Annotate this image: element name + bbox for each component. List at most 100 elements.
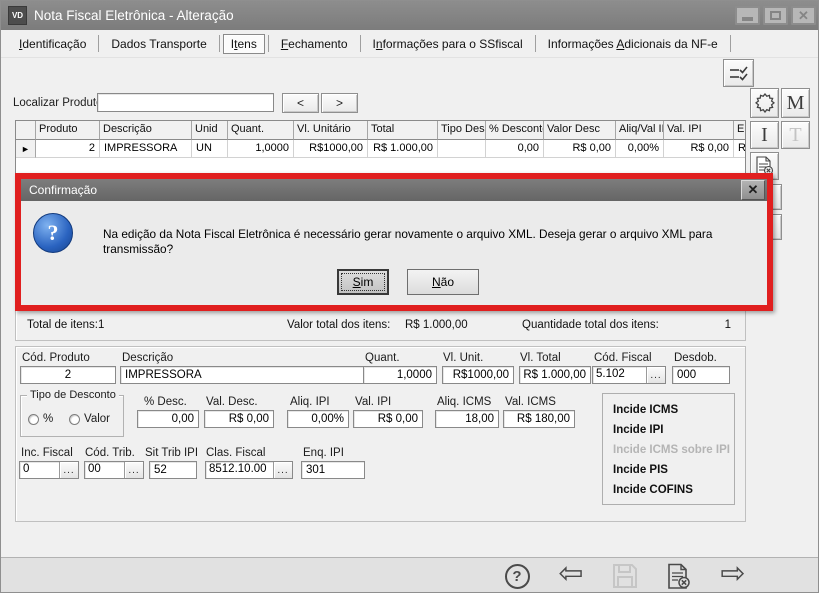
yes-button[interactable]: Sim [337, 269, 389, 295]
forward-button[interactable]: ⇨ [717, 561, 749, 591]
cancel-button[interactable] [663, 561, 695, 591]
enq-ipi-field[interactable]: 301 [301, 461, 365, 479]
aliq-icms-label: Aliq. ICMS [437, 396, 491, 408]
checklist-button[interactable] [723, 59, 754, 87]
cell-pct-desconto: 0,00 [486, 140, 544, 158]
cod-trib-lookup-button[interactable]: ... [124, 462, 143, 478]
col-tipo-desc: Tipo Desc. [438, 121, 486, 140]
radio-percent-label: % [43, 413, 53, 425]
back-button[interactable]: ⇦ [555, 561, 587, 591]
bottom-toolbar: ? ⇦ ⇨ [1, 557, 819, 593]
total-value-value: R$ 1.000,00 [405, 310, 468, 340]
desdob-field[interactable]: 000 [672, 366, 730, 384]
cell-unid: UN [192, 140, 228, 158]
col-valor-desc: Valor Desc [544, 121, 616, 140]
cod-trib-label: Cód. Trib. [85, 447, 135, 459]
tipo-desconto-group: Tipo de Desconto % Valor [20, 395, 124, 437]
forward-arrow-icon: ⇨ [720, 559, 745, 589]
quant-field[interactable]: 1,0000 [363, 366, 437, 384]
total-value-label: Valor total dos itens: [287, 310, 390, 340]
tab-separator [219, 35, 220, 52]
val-ipi-field[interactable]: R$ 0,00 [353, 410, 423, 428]
cod-produto-field[interactable]: 2 [20, 366, 116, 384]
tab-informacoes-adicionais[interactable]: Informações Adicionais da NF-e [539, 34, 727, 54]
radio-valor-circle [69, 414, 80, 425]
next-item-button[interactable]: > [321, 93, 358, 113]
cod-fiscal-combo[interactable]: 5.102 ... [592, 366, 666, 384]
clas-fiscal-combo[interactable]: 8512.10.00 ... [205, 461, 293, 479]
dialog-close-button[interactable]: ✕ [741, 180, 765, 200]
clas-fiscal-lookup-button[interactable]: ... [273, 462, 292, 478]
vl-unit-label: Vl. Unit. [443, 352, 483, 364]
save-button[interactable] [609, 561, 641, 591]
cell-aliq-val-ip: 0,00% [616, 140, 664, 158]
aliq-ipi-field[interactable]: 0,00% [287, 410, 349, 428]
vl-total-field[interactable]: R$ 1.000,00 [519, 366, 591, 384]
sit-trib-ipi-field[interactable]: 52 [149, 461, 197, 479]
incide-ipi: Incide IPI [613, 420, 734, 440]
table-row[interactable]: ► 2 IMPRESSORA UN 1,0000 R$1000,00 R$ 1.… [16, 140, 745, 158]
m-label: M [787, 92, 805, 115]
aliq-icms-field[interactable]: 18,00 [435, 410, 499, 428]
radio-valor[interactable]: Valor [69, 413, 110, 425]
seal-icon [755, 93, 775, 113]
col-total: Total [368, 121, 438, 140]
totals-bar: Total de itens: 1 Valor total dos itens:… [15, 309, 746, 341]
val-icms-field[interactable]: R$ 180,00 [503, 410, 575, 428]
vl-unit-field[interactable]: R$1000,00 [442, 366, 514, 384]
tab-identificacao[interactable]: Identificação [10, 34, 95, 54]
tab-itens[interactable]: Itens [223, 34, 265, 54]
window-title: Nota Fiscal Eletrônica - Alteração [34, 1, 234, 30]
col-vl-unitario: Vl. Unitário [294, 121, 368, 140]
incide-icms-sobre-ipi: Incide ICMS sobre IPI [613, 440, 734, 460]
dialog-close-icon: ✕ [748, 182, 759, 198]
minimize-button[interactable] [735, 6, 760, 25]
cell-total: R$ 1.000,00 [368, 140, 438, 158]
seal-button[interactable] [750, 88, 779, 118]
val-desc-field[interactable]: R$ 0,00 [204, 410, 274, 428]
col-val-ipi: Val. IPI [664, 121, 734, 140]
maximize-button[interactable] [763, 6, 788, 25]
cell-quant: 1,0000 [228, 140, 294, 158]
radio-percent[interactable]: % [28, 413, 53, 425]
col-pct-desconto: % Desconto [486, 121, 544, 140]
inc-fiscal-lookup-button[interactable]: ... [59, 462, 78, 478]
cod-trib-combo[interactable]: 00 ... [84, 461, 144, 479]
t-button[interactable]: T [781, 121, 810, 149]
total-qty-label: Quantidade total dos itens: [522, 310, 659, 340]
back-arrow-icon: ⇦ [558, 559, 583, 589]
cod-produto-label: Cód. Produto [22, 352, 90, 364]
close-icon: ✕ [798, 9, 809, 22]
no-button[interactable]: Não [407, 269, 479, 295]
checklist-icon [729, 66, 748, 81]
inc-fiscal-combo[interactable]: 0 ... [19, 461, 79, 479]
help-button[interactable]: ? [501, 561, 533, 591]
close-button[interactable]: ✕ [791, 6, 816, 25]
inc-fiscal-label: Inc. Fiscal [21, 447, 73, 459]
prev-item-button[interactable]: < [282, 93, 319, 113]
col-aliq-val-ip: Aliq/Val IP [616, 121, 664, 140]
inc-fiscal-value: 0 [20, 462, 59, 478]
col-descricao: Descrição [100, 121, 192, 140]
cell-cut: R [734, 140, 746, 158]
cancel-document-icon [667, 563, 691, 590]
tab-dados-transporte[interactable]: Dados Transporte [102, 34, 215, 54]
tab-separator [268, 35, 269, 52]
pct-desc-field[interactable]: 0,00 [137, 410, 199, 428]
clas-fiscal-label: Clas. Fiscal [206, 447, 265, 459]
title-bar: VD Nota Fiscal Eletrônica - Alteração ✕ [1, 1, 819, 30]
sit-trib-ipi-label: Sit Trib IPI [145, 447, 198, 459]
m-button[interactable]: M [781, 88, 810, 118]
col-selector [16, 121, 36, 140]
descricao-field[interactable]: IMPRESSORA [120, 366, 366, 384]
val-icms-label: Val. ICMS [505, 396, 556, 408]
incide-cofins: Incide COFINS [613, 480, 734, 500]
search-input[interactable] [97, 93, 274, 112]
tab-fechamento[interactable]: Fechamento [272, 34, 357, 54]
tab-informacoes-ssfiscal[interactable]: Informações para o SSfiscal [364, 34, 532, 54]
cod-fiscal-lookup-button[interactable]: ... [646, 367, 665, 383]
cod-trib-value: 00 [85, 462, 124, 478]
col-unid: Unid [192, 121, 228, 140]
col-cut: E [734, 121, 746, 140]
i-button[interactable]: I [750, 121, 779, 149]
